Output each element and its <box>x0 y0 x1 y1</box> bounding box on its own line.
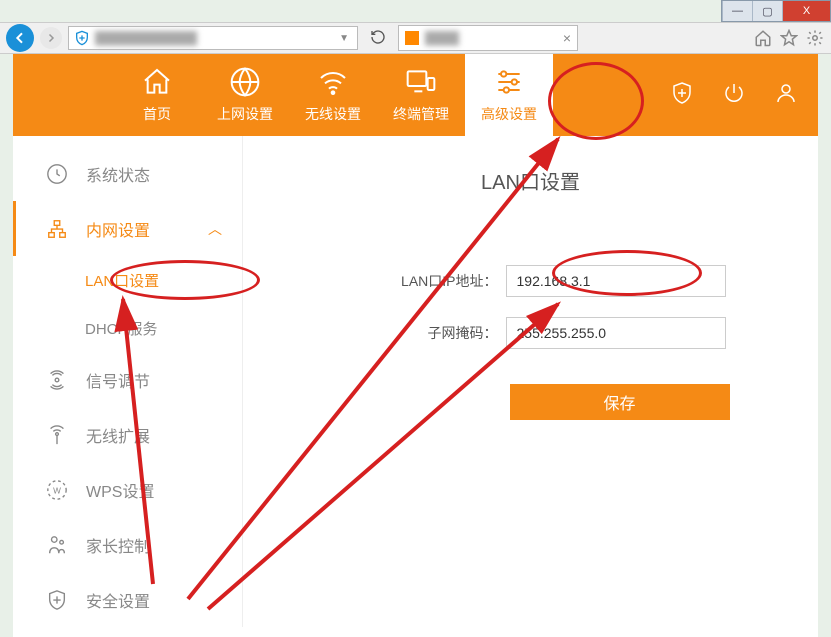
sidebar-label: 系统状态 <box>86 162 150 186</box>
forward-button[interactable] <box>40 27 62 49</box>
sidebar-label: WPS设置 <box>86 478 154 502</box>
content-area: LAN口设置 LAN口IP地址： 子网掩码： 保存 <box>243 136 818 627</box>
nav-home[interactable]: 首页 <box>113 54 201 136</box>
sidebar-item-system-status[interactable]: 系统状态 <box>13 146 242 201</box>
close-button[interactable]: X <box>782 1 830 21</box>
maximize-button[interactable]: ▢ <box>752 1 782 21</box>
dropdown-icon[interactable]: ▼ <box>335 33 353 44</box>
save-button[interactable]: 保存 <box>510 384 730 420</box>
sliders-icon <box>493 66 525 98</box>
browser-tab[interactable]: ████ × <box>398 25 578 51</box>
sidebar-item-wireless-ext[interactable]: 无线扩展 <box>13 407 242 462</box>
sidebar-item-signal[interactable]: 信号调节 <box>13 352 242 407</box>
sidebar-label: 无线扩展 <box>86 423 150 447</box>
chevron-up-icon: ︿ <box>208 219 222 239</box>
shield-icon[interactable] <box>670 81 694 110</box>
sidebar-label: 家长控制 <box>86 533 150 557</box>
nav-internet[interactable]: 上网设置 <box>201 54 289 136</box>
page-content: 首页 上网设置 无线设置 终端管理 高级设置 系统状态 <box>13 54 818 637</box>
svg-text:W: W <box>53 486 61 495</box>
sidebar-sub-lan[interactable]: LAN口设置 <box>13 256 242 304</box>
sidebar-item-lan-settings[interactable]: 内网设置 ︿ <box>13 201 242 256</box>
sidebar-item-wps[interactable]: W WPS设置 <box>13 462 242 517</box>
back-button[interactable] <box>6 24 34 52</box>
tab-close-icon[interactable]: × <box>563 30 571 46</box>
sidebar-item-security[interactable]: 安全设置 <box>13 572 242 627</box>
header-nav: 首页 上网设置 无线设置 终端管理 高级设置 <box>13 54 818 136</box>
settings-icon[interactable] <box>805 28 825 48</box>
ip-label: LAN口IP地址： <box>336 271 506 291</box>
signal-icon <box>46 369 68 391</box>
network-icon <box>46 218 68 240</box>
clock-icon <box>46 163 68 185</box>
ip-input[interactable] <box>506 265 726 297</box>
nav-label: 高级设置 <box>481 104 537 124</box>
refresh-button[interactable] <box>364 29 392 48</box>
parent-icon <box>46 534 68 556</box>
devices-icon <box>405 66 437 98</box>
form-row-save: 保存 <box>283 369 778 420</box>
sub-label: DHCP服务 <box>85 318 158 339</box>
shield-plus-icon <box>46 589 68 611</box>
wifi-icon <box>317 66 349 98</box>
globe-icon <box>229 66 261 98</box>
content-title: LAN口设置 <box>283 166 778 195</box>
power-icon[interactable] <box>722 81 746 110</box>
home-icon[interactable] <box>753 28 773 48</box>
sidebar-label: 信号调节 <box>86 368 150 392</box>
favorites-icon[interactable] <box>779 28 799 48</box>
nav-label: 无线设置 <box>305 104 361 124</box>
shield-icon <box>73 29 91 47</box>
header-right-icons <box>670 54 798 136</box>
sidebar-label: 安全设置 <box>86 588 150 612</box>
favicon <box>405 31 419 45</box>
nav-label: 上网设置 <box>217 104 273 124</box>
sidebar-label: 内网设置 <box>86 217 150 241</box>
nav-label: 首页 <box>143 104 171 124</box>
user-icon[interactable] <box>774 81 798 110</box>
sidebar-item-parental[interactable]: 家长控制 <box>13 517 242 572</box>
mask-label: 子网掩码： <box>336 323 506 343</box>
address-bar[interactable]: ████████████ ▼ <box>68 26 358 50</box>
form-row-ip: LAN口IP地址： <box>283 265 778 297</box>
form-row-mask: 子网掩码： <box>283 317 778 349</box>
address-text: ████████████ <box>95 31 197 45</box>
nav-terminal[interactable]: 终端管理 <box>377 54 465 136</box>
sidebar-sub-dhcp[interactable]: DHCP服务 <box>13 304 242 352</box>
nav-advanced[interactable]: 高级设置 <box>465 54 553 136</box>
home-icon <box>141 66 173 98</box>
browser-toolbar: ████████████ ▼ ████ × <box>0 22 831 54</box>
antenna-icon <box>46 424 68 446</box>
nav-label: 终端管理 <box>393 104 449 124</box>
nav-wireless[interactable]: 无线设置 <box>289 54 377 136</box>
body-area: 系统状态 内网设置 ︿ LAN口设置 DHCP服务 信号调节 无线扩展 W WP… <box>13 136 818 627</box>
sub-label: LAN口设置 <box>85 270 159 291</box>
wps-icon: W <box>46 479 68 501</box>
window-controls: — ▢ X <box>721 0 831 22</box>
minimize-button[interactable]: — <box>722 1 752 21</box>
sidebar: 系统状态 内网设置 ︿ LAN口设置 DHCP服务 信号调节 无线扩展 W WP… <box>13 136 243 627</box>
mask-input[interactable] <box>506 317 726 349</box>
tab-title: ████ <box>425 31 459 45</box>
